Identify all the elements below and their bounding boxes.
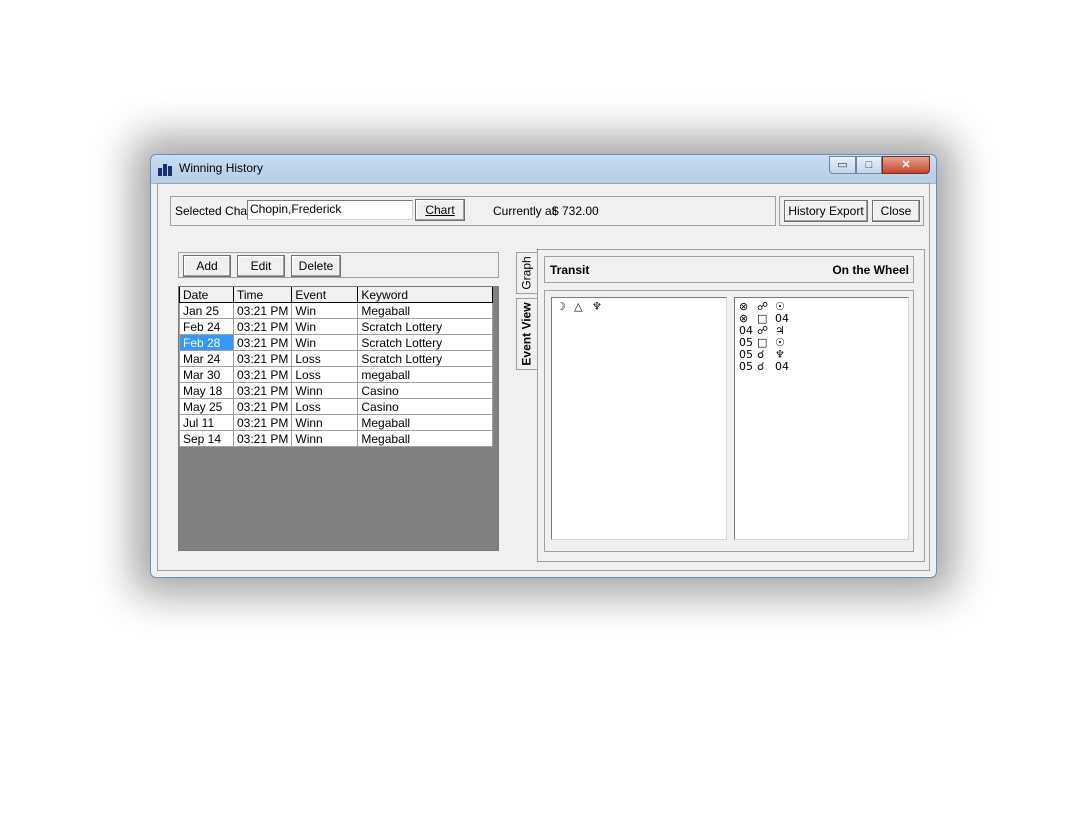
cell-keyword[interactable]: Megaball: [357, 430, 494, 447]
winning-history-window: Winning History ▭ □ ✕ Selected Chart Cho…: [150, 154, 937, 578]
cell-date[interactable]: Feb 24: [179, 318, 234, 335]
export-close-bar: History Export Close: [779, 196, 924, 226]
client-area: Selected Chart Chopin,Frederick Chart Cu…: [157, 183, 930, 571]
close-button[interactable]: Close: [872, 200, 920, 222]
event-view-panel: Transit On the Wheel ☽ △ ♆ ⊗ ☍ ☉ ⊗ □ 04 04 ☍ ♃ 05 □ ☉…: [537, 249, 925, 562]
currently-at-label: Currently at: [493, 204, 556, 218]
on-the-wheel-pane[interactable]: ⊗ ☍ ☉ ⊗ □ 04 04 ☍ ♃ 05 □ ☉ 05 ☌ ♆ 05 ☌ 04: [734, 297, 909, 540]
chart-selection-bar: Selected Chart Chopin,Frederick Chart Cu…: [170, 196, 776, 226]
cell-time[interactable]: 03:21 PM: [232, 318, 293, 335]
selected-chart-label: Selected Chart: [175, 204, 255, 218]
cell-keyword[interactable]: Casino: [357, 382, 494, 399]
cell-date[interactable]: Jul 11: [179, 414, 234, 431]
cell-time[interactable]: 03:21 PM: [232, 350, 293, 367]
chart-button[interactable]: Chart: [415, 199, 465, 221]
cell-time[interactable]: 03:21 PM: [232, 366, 293, 383]
table-row[interactable]: Mar 24 03:21 PM Loss Scratch Lottery: [179, 350, 494, 367]
selected-chart-field[interactable]: Chopin,Frederick: [247, 200, 413, 220]
column-header-date[interactable]: Date: [179, 287, 234, 303]
table-row[interactable]: Feb 24 03:21 PM Win Scratch Lottery: [179, 318, 494, 335]
column-header-time[interactable]: Time: [232, 287, 293, 303]
cell-date[interactable]: Mar 30: [179, 366, 234, 383]
transit-label: Transit: [550, 263, 590, 277]
column-header-event[interactable]: Event: [291, 287, 359, 303]
cell-date[interactable]: May 18: [179, 382, 234, 399]
cell-time[interactable]: 03:21 PM: [232, 382, 293, 399]
table-header-row: Date Time Event Keyword: [179, 287, 494, 303]
tab-event-view[interactable]: Event View: [516, 298, 538, 370]
tab-graph[interactable]: Graph: [516, 252, 538, 294]
transit-aspect-glyph: ☽: [556, 300, 566, 313]
cell-event[interactable]: Winn: [291, 414, 359, 431]
tab-event-view-label: Event View: [520, 302, 535, 366]
add-button[interactable]: Add: [183, 255, 231, 277]
cell-time[interactable]: 03:21 PM: [232, 334, 293, 351]
cell-keyword[interactable]: Casino: [357, 398, 494, 415]
maximize-icon[interactable]: □: [856, 156, 882, 174]
cell-date[interactable]: Jan 25: [179, 302, 234, 319]
transit-aspect-row: ☽ △ ♆: [556, 301, 610, 313]
table-row[interactable]: Mar 30 03:21 PM Loss megaball: [179, 366, 494, 383]
cell-keyword[interactable]: Scratch Lottery: [357, 350, 494, 367]
column-header-keyword[interactable]: Keyword: [357, 287, 494, 303]
transit-aspect-glyph: ♆: [592, 300, 602, 313]
window-title: Winning History: [179, 161, 264, 175]
cell-time[interactable]: 03:21 PM: [232, 414, 293, 431]
cell-event[interactable]: Loss: [291, 366, 359, 383]
cell-event[interactable]: Loss: [291, 350, 359, 367]
cell-event[interactable]: Win: [291, 302, 359, 319]
cell-keyword[interactable]: Megaball: [357, 414, 494, 431]
cell-keyword[interactable]: Megaball: [357, 302, 494, 319]
history-table: Date Time Event Keyword Jan 25 03:21 PM Wi…: [179, 287, 494, 447]
cell-event[interactable]: Winn: [291, 382, 359, 399]
cell-date[interactable]: May 25: [179, 398, 234, 415]
cell-time[interactable]: 03:21 PM: [232, 430, 293, 447]
wheel-aspect-row: 05 ☌ 04: [739, 361, 793, 373]
cell-event[interactable]: Win: [291, 334, 359, 351]
cell-keyword[interactable]: megaball: [357, 366, 494, 383]
transit-pane[interactable]: ☽ △ ♆: [551, 297, 727, 540]
minimize-icon[interactable]: ▭: [829, 156, 856, 174]
panel-header: Transit On the Wheel: [544, 256, 914, 283]
on-the-wheel-label: On the Wheel: [832, 263, 909, 277]
wheel-aspect-glyph: 04: [775, 360, 789, 373]
cell-date[interactable]: Feb 28: [179, 334, 234, 351]
aspect-area: ☽ △ ♆ ⊗ ☍ ☉ ⊗ □ 04 04 ☍ ♃ 05 □ ☉ 05 ☌ ♆ 05 ☌ 04: [544, 290, 914, 552]
table-row[interactable]: Sep 14 03:21 PM Winn Megaball: [179, 430, 494, 447]
delete-button[interactable]: Delete: [291, 255, 341, 277]
wheel-aspect-glyph: 05: [739, 360, 753, 373]
edit-button[interactable]: Edit: [237, 255, 285, 277]
cell-date[interactable]: Sep 14: [179, 430, 234, 447]
tab-graph-label: Graph: [520, 256, 535, 290]
history-export-button[interactable]: History Export: [784, 200, 868, 222]
cell-event[interactable]: Loss: [291, 398, 359, 415]
cell-time[interactable]: 03:21 PM: [232, 302, 293, 319]
view-tabs: Graph Event View: [516, 252, 538, 372]
cell-keyword[interactable]: Scratch Lottery: [357, 318, 494, 335]
table-row[interactable]: May 25 03:21 PM Loss Casino: [179, 398, 494, 415]
table-row[interactable]: May 18 03:21 PM Winn Casino: [179, 382, 494, 399]
history-grid[interactable]: Date Time Event Keyword Jan 25 03:21 PM Wi…: [178, 286, 499, 551]
cell-event[interactable]: Winn: [291, 430, 359, 447]
table-row[interactable]: Jan 25 03:21 PM Win Megaball: [179, 302, 494, 319]
cell-event[interactable]: Win: [291, 318, 359, 335]
cell-keyword[interactable]: Scratch Lottery: [357, 334, 494, 351]
title-bar[interactable]: Winning History ▭ □ ✕: [151, 155, 936, 184]
table-row[interactable]: Jul 11 03:21 PM Winn Megaball: [179, 414, 494, 431]
close-window-icon[interactable]: ✕: [882, 156, 930, 174]
action-button-bar: Add Edit Delete: [178, 252, 499, 278]
cell-date[interactable]: Mar 24: [179, 350, 234, 367]
transit-aspect-glyph: △: [574, 300, 583, 313]
wheel-aspect-glyph: ☌: [757, 360, 765, 373]
currently-at-value: $ 732.00: [552, 204, 599, 218]
cell-time[interactable]: 03:21 PM: [232, 398, 293, 415]
app-chart-icon: [158, 162, 174, 176]
table-row[interactable]: Feb 28 03:21 PM Win Scratch Lottery: [179, 334, 494, 351]
